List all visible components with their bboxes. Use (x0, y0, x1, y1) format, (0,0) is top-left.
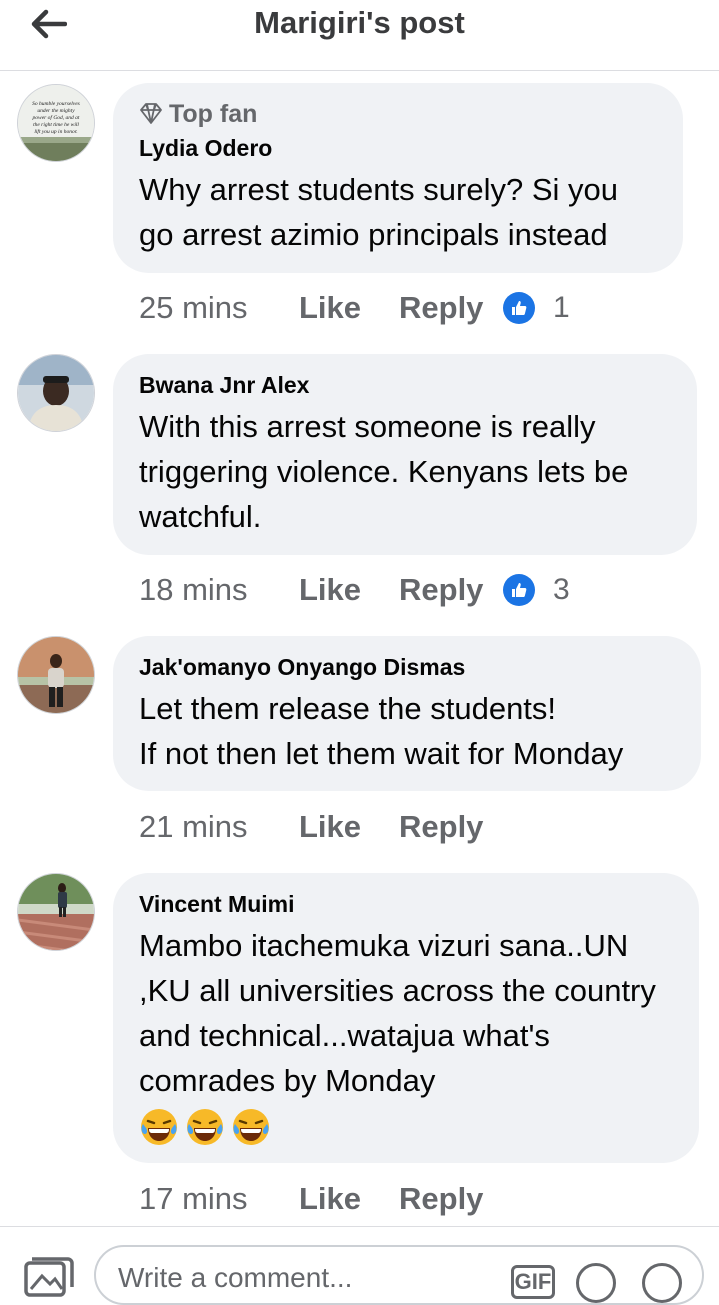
svg-text:under the mighty: under the mighty (37, 108, 75, 114)
comment-actions: 25 mins Like Reply 1 (139, 288, 570, 328)
reply-button[interactable]: Reply (399, 290, 503, 326)
emoji-row (139, 1107, 673, 1152)
avatar[interactable] (17, 636, 95, 714)
header-bar: Marigiri's post (0, 0, 719, 71)
comment-author[interactable]: Lydia Odero (139, 133, 657, 163)
thumbs-up-icon[interactable] (503, 574, 535, 606)
reply-button[interactable]: Reply (399, 572, 503, 608)
laughing-emoji-icon (139, 1107, 179, 1152)
comment-bubble[interactable]: Top fan Lydia Odero Why arrest students … (113, 83, 683, 273)
comment-bubble[interactable]: Vincent Muimi Mambo itachemuka vizuri sa… (113, 873, 699, 1163)
like-button[interactable]: Like (299, 290, 399, 326)
comment-bubble[interactable]: Jak'omanyo Onyango Dismas Let them relea… (113, 636, 701, 791)
svg-text:the right time he will: the right time he will (33, 122, 79, 128)
like-button[interactable]: Like (299, 809, 399, 845)
sticker-icon[interactable] (576, 1263, 616, 1303)
comment-input-box[interactable]: GIF (94, 1245, 704, 1305)
comment-author[interactable]: Bwana Jnr Alex (139, 370, 671, 400)
comment-text: With this arrest someone is really trigg… (139, 409, 629, 534)
thumbs-up-icon[interactable] (503, 292, 535, 324)
comment-author[interactable]: Jak'omanyo Onyango Dismas (139, 652, 675, 682)
comment-time[interactable]: 25 mins (139, 290, 299, 326)
page-title: Marigiri's post (254, 5, 465, 40)
comment-actions: 17 mins Like Reply (139, 1179, 503, 1219)
top-fan-badge: Top fan (139, 99, 657, 129)
photo-icon (24, 1257, 74, 1297)
comment-author[interactable]: Vincent Muimi (139, 889, 673, 919)
gif-button[interactable]: GIF (511, 1265, 555, 1299)
comment-actions: 21 mins Like Reply (139, 807, 503, 847)
badge-label: Top fan (169, 99, 258, 128)
photo-button[interactable] (22, 1257, 74, 1297)
laughing-emoji-icon (231, 1107, 271, 1152)
svg-text:So humble yourselves: So humble yourselves (32, 101, 80, 107)
avatar[interactable] (17, 873, 95, 951)
avatar[interactable] (17, 354, 95, 432)
laughing-emoji-icon (185, 1107, 225, 1152)
avatar[interactable]: So humble yourselves under the mighty po… (17, 84, 95, 162)
svg-text:lift you up in honor.: lift you up in honor. (34, 128, 77, 135)
comment-text: Why arrest students surely? Si you go ar… (139, 172, 618, 252)
reaction-count[interactable]: 1 (553, 291, 570, 325)
like-button[interactable]: Like (299, 572, 399, 608)
comment-input[interactable] (116, 1261, 480, 1295)
reply-button[interactable]: Reply (399, 809, 503, 845)
diamond-icon (140, 103, 162, 124)
comment-time[interactable]: 18 mins (139, 572, 299, 608)
svg-text:power of God, and at: power of God, and at (32, 114, 80, 121)
comment-time[interactable]: 21 mins (139, 809, 299, 845)
comment-bubble[interactable]: Bwana Jnr Alex With this arrest someone … (113, 354, 697, 555)
comment-text: Mambo itachemuka vizuri sana..UN ,KU all… (139, 928, 656, 1098)
reaction-count[interactable]: 3 (553, 573, 570, 607)
comment-actions: 18 mins Like Reply 3 (139, 570, 570, 610)
comment-composer: GIF (0, 1226, 719, 1305)
comment-time[interactable]: 17 mins (139, 1181, 299, 1217)
reply-button[interactable]: Reply (399, 1181, 503, 1217)
emoji-icon[interactable] (642, 1263, 682, 1303)
comment-text: Let them release the students! If not th… (139, 691, 624, 771)
like-button[interactable]: Like (299, 1181, 399, 1217)
